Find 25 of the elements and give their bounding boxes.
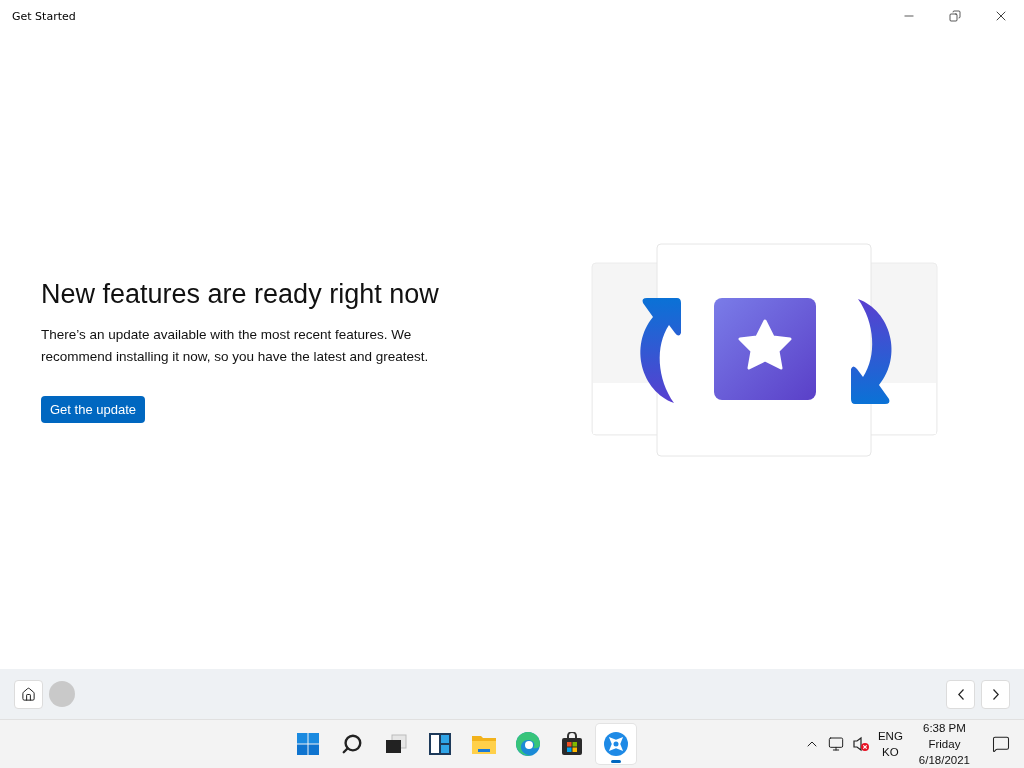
page-description: There’s an update available with the most recent features. We recommend installing it now, so you have the latest and greatest.	[41, 325, 430, 366]
notification-icon[interactable]	[992, 735, 1010, 753]
store-bag-icon	[559, 732, 584, 756]
next-button[interactable]	[981, 679, 1010, 709]
previous-button[interactable]	[946, 679, 975, 709]
page-heading: New features are ready right now	[41, 278, 439, 310]
window-title: Get Started	[12, 9, 76, 23]
windows-logo-icon	[295, 732, 320, 756]
home-icon	[21, 686, 36, 702]
clock[interactable]: 6:38 PM Friday 6/18/2021	[918, 720, 970, 768]
network-icon[interactable]	[827, 736, 844, 752]
chevron-left-icon	[957, 688, 964, 700]
language-indicator[interactable]: ENG KO	[877, 728, 903, 760]
task-view-icon	[383, 732, 408, 756]
search-icon	[340, 733, 363, 755]
active-indicator	[610, 760, 621, 763]
restore-icon	[949, 10, 961, 22]
home-button[interactable]	[14, 679, 43, 709]
browser-icon	[514, 731, 541, 757]
volume-muted-icon[interactable]	[851, 736, 870, 752]
widgets-icon	[427, 732, 452, 756]
avatar	[49, 681, 75, 707]
compass-icon	[602, 731, 629, 757]
get-update-button[interactable]: Get the update	[41, 395, 145, 423]
chevron-right-icon	[992, 688, 999, 700]
